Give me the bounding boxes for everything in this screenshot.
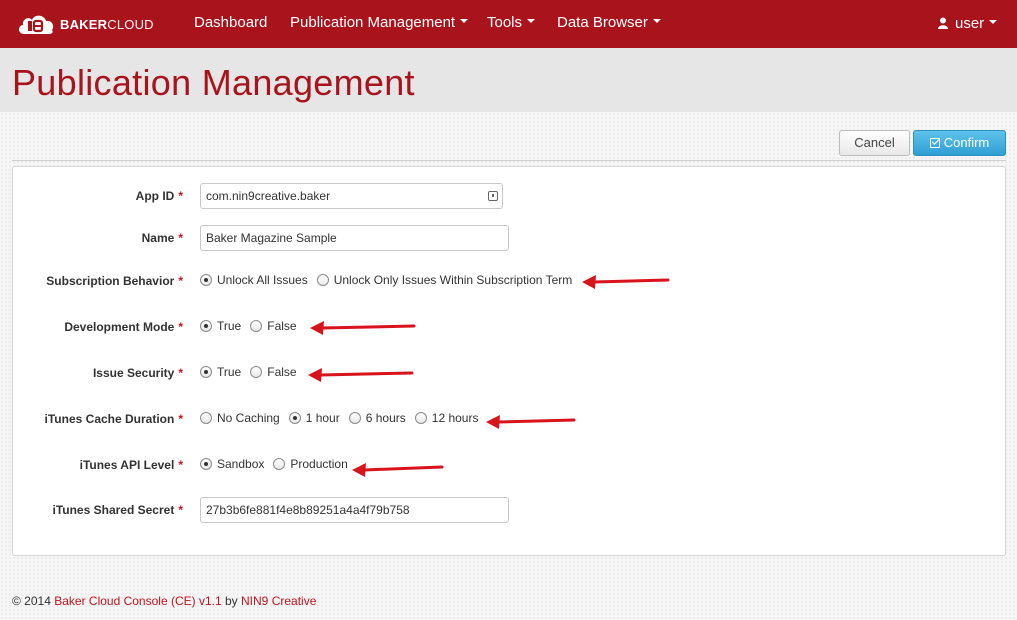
annotation-arrow-icon	[308, 368, 414, 382]
radio-label: True	[217, 365, 242, 379]
nav-tools-label: Tools	[487, 14, 523, 31]
radio-unlock-within-term[interactable]	[316, 274, 329, 286]
itunes-cache-duration-label: iTunes Cache Duration *	[44, 412, 183, 426]
footer: © 2014 Baker Cloud Console (CE) v1.1 by …	[12, 594, 316, 608]
radio-development-false[interactable]	[250, 320, 263, 332]
footer-copyright: © 2014	[12, 594, 51, 608]
user-icon	[937, 16, 949, 29]
footer-company-link[interactable]: NIN9 Creative	[241, 594, 316, 608]
itunes-api-level-radio-group: Sandbox Production	[200, 457, 357, 471]
radio-label: False	[267, 319, 297, 333]
top-navbar: BAKERCLOUD Dashboard Publication Managem…	[0, 0, 1017, 48]
brand-name: BAKERCLOUD	[60, 16, 154, 32]
nav-data-browser[interactable]: Data Browser	[557, 14, 661, 31]
page-title: Publication Management	[12, 62, 415, 103]
radio-6-hours[interactable]	[348, 412, 361, 424]
publication-form: App ID * com.nin9creative.baker Name * Bak…	[12, 166, 1006, 556]
radio-label: 1 hour	[305, 411, 340, 425]
nav-data-browser-label: Data Browser	[557, 14, 648, 31]
radio-label: Production	[290, 457, 348, 471]
subscription-behavior-radio-group: Unlock All Issues Unlock Only Issues Wit…	[200, 273, 581, 287]
caret-down-icon	[460, 19, 469, 24]
confirm-button[interactable]: Confirm	[913, 130, 1006, 156]
development-mode-radio-group: True False	[200, 319, 306, 333]
radio-label: 6 hours	[365, 411, 406, 425]
required-marker: *	[178, 189, 183, 203]
nav-tools[interactable]: Tools	[487, 14, 536, 31]
radio-unlock-all-issues[interactable]	[200, 274, 212, 286]
radio-label: Unlock Only Issues Within Subscription T…	[333, 273, 573, 287]
required-marker: *	[178, 366, 183, 380]
radio-label: Unlock All Issues	[217, 273, 308, 287]
radio-development-true[interactable]	[200, 320, 212, 332]
baker-cloud-logo-icon	[16, 10, 56, 38]
radio-sandbox[interactable]	[200, 458, 212, 470]
autofill-icon[interactable]	[488, 191, 498, 201]
form-row-app-id: App ID * com.nin9creative.baker	[13, 183, 1007, 209]
radio-1-hour[interactable]	[288, 412, 301, 424]
name-value: Baker Magazine Sample	[206, 231, 337, 245]
radio-issue-security-false[interactable]	[250, 366, 263, 378]
required-marker: *	[178, 231, 183, 245]
radio-label: False	[267, 365, 297, 379]
required-marker: *	[178, 274, 183, 288]
form-row-name: Name * Baker Magazine Sample	[13, 225, 1007, 251]
app-id-value: com.nin9creative.baker	[206, 189, 331, 203]
radio-label: No Caching	[217, 411, 280, 425]
radio-label: 12 hours	[431, 411, 479, 425]
radio-production[interactable]	[273, 458, 286, 470]
form-row-subscription-behavior: Subscription Behavior * Unlock All Issues…	[13, 268, 1007, 294]
nav-publication-management[interactable]: Publication Management	[290, 14, 469, 31]
cancel-button[interactable]: Cancel	[839, 130, 910, 156]
required-marker: *	[178, 320, 183, 334]
app-id-input[interactable]: com.nin9creative.baker	[200, 183, 503, 209]
form-row-itunes-shared-secret: iTunes Shared Secret * 27b3b6fe881f4e8b89…	[13, 497, 1007, 523]
nav-dashboard-label: Dashboard	[194, 14, 268, 31]
form-row-development-mode: Development Mode * True False	[13, 314, 1007, 340]
nav-publication-management-label: Publication Management	[290, 14, 456, 31]
itunes-shared-secret-input[interactable]: 27b3b6fe881f4e8b89251a4a4f79b758	[200, 497, 509, 523]
annotation-arrow-icon	[486, 415, 576, 429]
required-marker: *	[178, 412, 183, 426]
divider	[12, 160, 1006, 161]
footer-by-text: by	[224, 594, 238, 608]
caret-down-icon	[652, 19, 661, 24]
form-row-issue-security: Issue Security * True False	[13, 360, 1007, 386]
caret-down-icon	[989, 20, 998, 25]
brand[interactable]: BAKERCLOUD	[16, 9, 154, 39]
required-marker: *	[178, 458, 183, 472]
user-menu-label: user	[955, 15, 985, 32]
itunes-api-level-label: iTunes API Level *	[79, 458, 183, 472]
itunes-shared-secret-value: 27b3b6fe881f4e8b89251a4a4f79b758	[206, 503, 410, 517]
annotation-arrow-icon	[310, 321, 416, 335]
footer-product-link[interactable]: Baker Cloud Console (CE) v1.1	[54, 594, 221, 608]
radio-label: True	[217, 319, 242, 333]
required-marker: *	[178, 503, 183, 517]
radio-label: Sandbox	[217, 457, 265, 471]
caret-down-icon	[527, 19, 536, 24]
radio-12-hours[interactable]	[414, 412, 427, 424]
app-id-label: App ID *	[135, 189, 183, 203]
annotation-arrow-icon	[582, 275, 670, 289]
confirm-button-label: Confirm	[943, 135, 990, 150]
issue-security-radio-group: True False	[200, 365, 306, 379]
page-header: Publication Management	[0, 48, 1017, 112]
subscription-behavior-label: Subscription Behavior *	[46, 274, 183, 288]
nav-dashboard[interactable]: Dashboard	[194, 14, 267, 31]
name-label: Name *	[141, 231, 183, 245]
form-row-itunes-api-level: iTunes API Level * Sandbox Production	[13, 452, 1007, 478]
radio-no-caching[interactable]	[200, 412, 212, 424]
issue-security-label: Issue Security *	[92, 366, 183, 380]
check-square-icon	[929, 138, 940, 148]
itunes-cache-duration-radio-group: No Caching 1 hour 6 hours 12 hours	[200, 411, 487, 425]
itunes-shared-secret-label: iTunes Shared Secret *	[52, 503, 184, 517]
annotation-arrow-icon	[352, 463, 444, 477]
radio-issue-security-true[interactable]	[200, 366, 212, 378]
name-input[interactable]: Baker Magazine Sample	[200, 225, 509, 251]
development-mode-label: Development Mode *	[64, 320, 183, 334]
user-menu[interactable]: user	[937, 15, 998, 32]
